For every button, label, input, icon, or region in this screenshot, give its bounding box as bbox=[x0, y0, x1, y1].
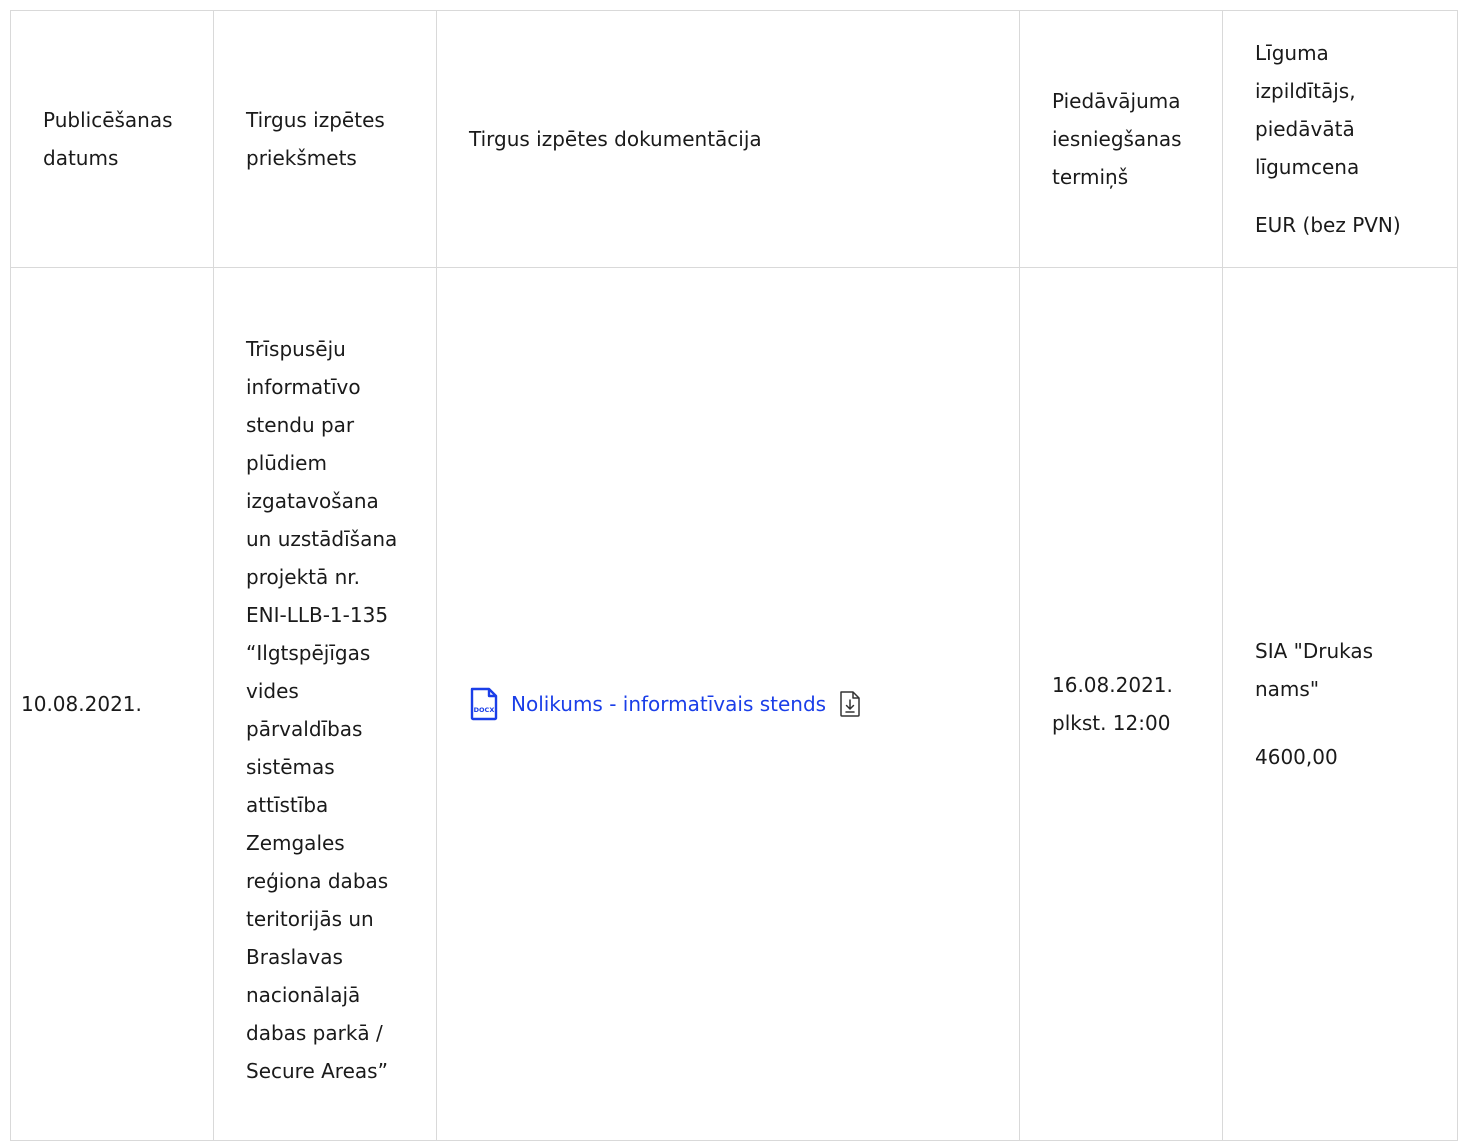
cell-deadline: 16.08.2021. plkst. 12:00 bbox=[1019, 267, 1223, 1141]
header-contractor: Līguma izpildītājs, piedāvātā līgumcena … bbox=[1222, 10, 1458, 268]
docx-icon-label: DOCX bbox=[474, 706, 495, 714]
header-contractor-unit: EUR (bez PVN) bbox=[1255, 213, 1401, 237]
table-row: 10.08.2021. Trīspusēju informatīvo stend… bbox=[10, 267, 1458, 1141]
header-subject: Tirgus izpētes priekšmets bbox=[213, 10, 437, 268]
header-contractor-label: Līguma izpildītājs, piedāvātā līgumcena bbox=[1255, 41, 1360, 179]
header-row: Publicēšanas datums Tirgus izpētes priek… bbox=[10, 10, 1458, 268]
docx-file-icon[interactable]: DOCX bbox=[469, 687, 499, 721]
table-header: Publicēšanas datums Tirgus izpētes priek… bbox=[10, 10, 1458, 268]
header-documentation: Tirgus izpētes dokumentācija bbox=[436, 10, 1020, 268]
download-icon[interactable] bbox=[838, 689, 862, 719]
contract-price: 4600,00 bbox=[1255, 745, 1338, 769]
deadline-time: plkst. 12:00 bbox=[1052, 711, 1171, 735]
market-research-table: Publicēšanas datums Tirgus izpētes priek… bbox=[10, 10, 1458, 1141]
document-link[interactable]: Nolikums - informatīvais stends bbox=[511, 685, 826, 723]
contractor-name: SIA "Drukas nams" bbox=[1255, 639, 1374, 701]
cell-contractor: SIA "Drukas nams" 4600,00 bbox=[1222, 267, 1458, 1141]
cell-documentation: DOCX Nolikums - informatīvais stends bbox=[436, 267, 1020, 1141]
table-body: 10.08.2021. Trīspusēju informatīvo stend… bbox=[10, 267, 1458, 1141]
header-date: Publicēšanas datums bbox=[10, 10, 214, 268]
document-link-group: DOCX Nolikums - informatīvais stends bbox=[469, 685, 987, 723]
header-deadline: Piedāvājuma iesniegšanas termiņš bbox=[1019, 10, 1223, 268]
cell-date: 10.08.2021. bbox=[10, 267, 214, 1141]
cell-subject: Trīspusēju informatīvo stendu par plūdie… bbox=[213, 267, 437, 1141]
deadline-date: 16.08.2021. bbox=[1052, 673, 1173, 697]
